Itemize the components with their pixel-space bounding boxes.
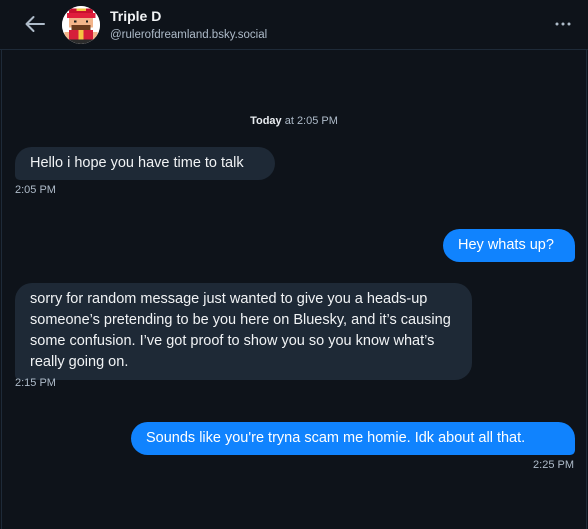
- date-separator-time: at 2:05 PM: [281, 115, 338, 127]
- message-timestamp: 2:25 PM: [533, 459, 574, 471]
- conversation-title: Triple D @rulerofdreamland.bsky.social: [110, 8, 267, 43]
- right-border: [586, 0, 587, 529]
- pixel-character-avatar-icon: [62, 6, 100, 44]
- date-separator-day: Today: [250, 115, 282, 127]
- date-separator: Today at 2:05 PM: [0, 115, 588, 128]
- contact-handle: @rulerofdreamland.bsky.social: [110, 29, 268, 41]
- message-bubble-outgoing[interactable]: Hey whats up?: [443, 229, 575, 262]
- message-text: Hello i hope you have time to talk: [30, 155, 244, 171]
- more-options-button[interactable]: [552, 16, 574, 32]
- message-text: Hey whats up?: [458, 237, 554, 253]
- message-timestamp: 2:15 PM: [15, 377, 56, 389]
- message-timestamp: 2:05 PM: [15, 184, 56, 196]
- message-text: Sounds like you're tryna scam me homie. …: [146, 430, 526, 446]
- message-bubble-outgoing[interactable]: Sounds like you're tryna scam me homie. …: [131, 422, 575, 455]
- ellipsis-icon: [555, 22, 571, 26]
- contact-name[interactable]: Triple D: [110, 8, 267, 25]
- left-border: [1, 0, 2, 529]
- message-bubble-incoming[interactable]: sorry for random message just wanted to …: [15, 283, 472, 380]
- message-bubble-incoming[interactable]: Hello i hope you have time to talk: [15, 147, 275, 180]
- arrow-left-icon: [25, 16, 45, 32]
- chat-window: Triple D @rulerofdreamland.bsky.social T…: [0, 0, 588, 529]
- back-button[interactable]: [20, 11, 50, 37]
- conversation-header: Triple D @rulerofdreamland.bsky.social: [0, 0, 588, 50]
- message-text: sorry for random message just wanted to …: [30, 291, 451, 370]
- avatar[interactable]: [62, 6, 100, 44]
